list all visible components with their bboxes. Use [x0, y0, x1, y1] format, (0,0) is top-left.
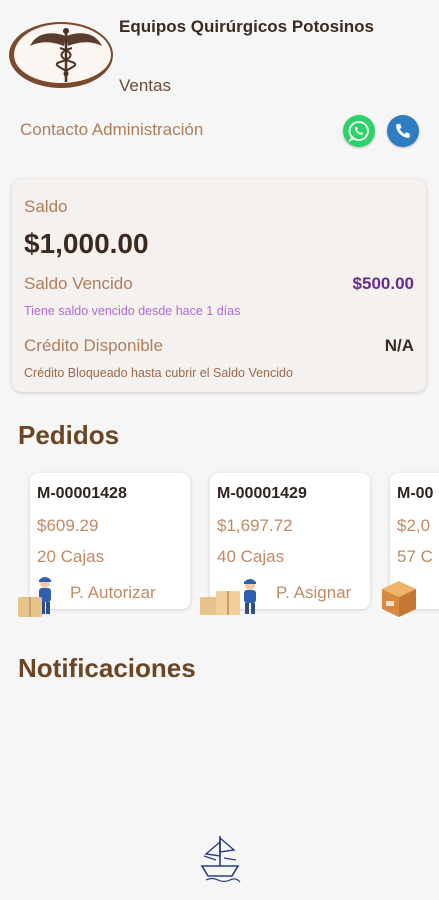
- order-status: P. Asignar: [276, 583, 352, 602]
- available-credit-label: Crédito Disponible: [24, 336, 163, 355]
- phone-button[interactable]: [387, 115, 419, 147]
- orders-carousel[interactable]: M-00001428 $609.29 20 Cajas P. Autorizar…: [0, 467, 439, 627]
- order-total: $1,697.72: [217, 516, 293, 535]
- order-total: $609.29: [37, 516, 99, 535]
- balance-amount: $1,000.00: [24, 228, 149, 259]
- worker-with-box-icon: [18, 577, 51, 617]
- order-id: M-00001429: [217, 485, 307, 502]
- whatsapp-icon: [348, 121, 369, 142]
- notifications-section-title: Notificaciones: [18, 653, 196, 683]
- overdue-balance-amount: $500.00: [352, 274, 414, 293]
- order-boxes: 40 Cajas: [217, 547, 285, 566]
- ship-sketch-icon: [200, 836, 241, 883]
- available-credit-value: N/A: [384, 336, 414, 355]
- balance-label: Saldo: [24, 197, 68, 216]
- app-header: Equipos Quirúrgicos Potosinos Ventas: [0, 0, 439, 110]
- orders-section-title: Pedidos: [18, 420, 120, 450]
- order-boxes: 20 Cajas: [37, 547, 105, 566]
- user-role: Ventas: [119, 76, 171, 95]
- overdue-note: Tiene saldo vencido desde hace 1 días: [24, 304, 241, 318]
- balance-card: Saldo $1,000.00 Saldo Vencido $500.00 Ti…: [12, 179, 426, 392]
- company-name: Equipos Quirúrgicos Potosinos: [119, 17, 375, 36]
- order-total: $2,0: [397, 516, 431, 535]
- order-boxes: 57 C: [397, 547, 433, 566]
- boxes-with-worker-icon: [200, 579, 256, 615]
- caduceus-logo: [9, 22, 113, 88]
- whatsapp-button[interactable]: [343, 115, 375, 147]
- contact-admin-label: Contacto Administración: [20, 120, 204, 139]
- phone-icon: [396, 124, 410, 138]
- overdue-balance-label: Saldo Vencido: [24, 274, 133, 293]
- credit-blocked-note: Crédito Bloqueado hasta cubrir el Saldo …: [24, 366, 293, 380]
- order-id: M-00: [397, 485, 434, 502]
- order-id: M-00001428: [37, 485, 127, 502]
- order-status: P. Autorizar: [70, 583, 156, 602]
- cardboard-box-icon: [382, 581, 416, 617]
